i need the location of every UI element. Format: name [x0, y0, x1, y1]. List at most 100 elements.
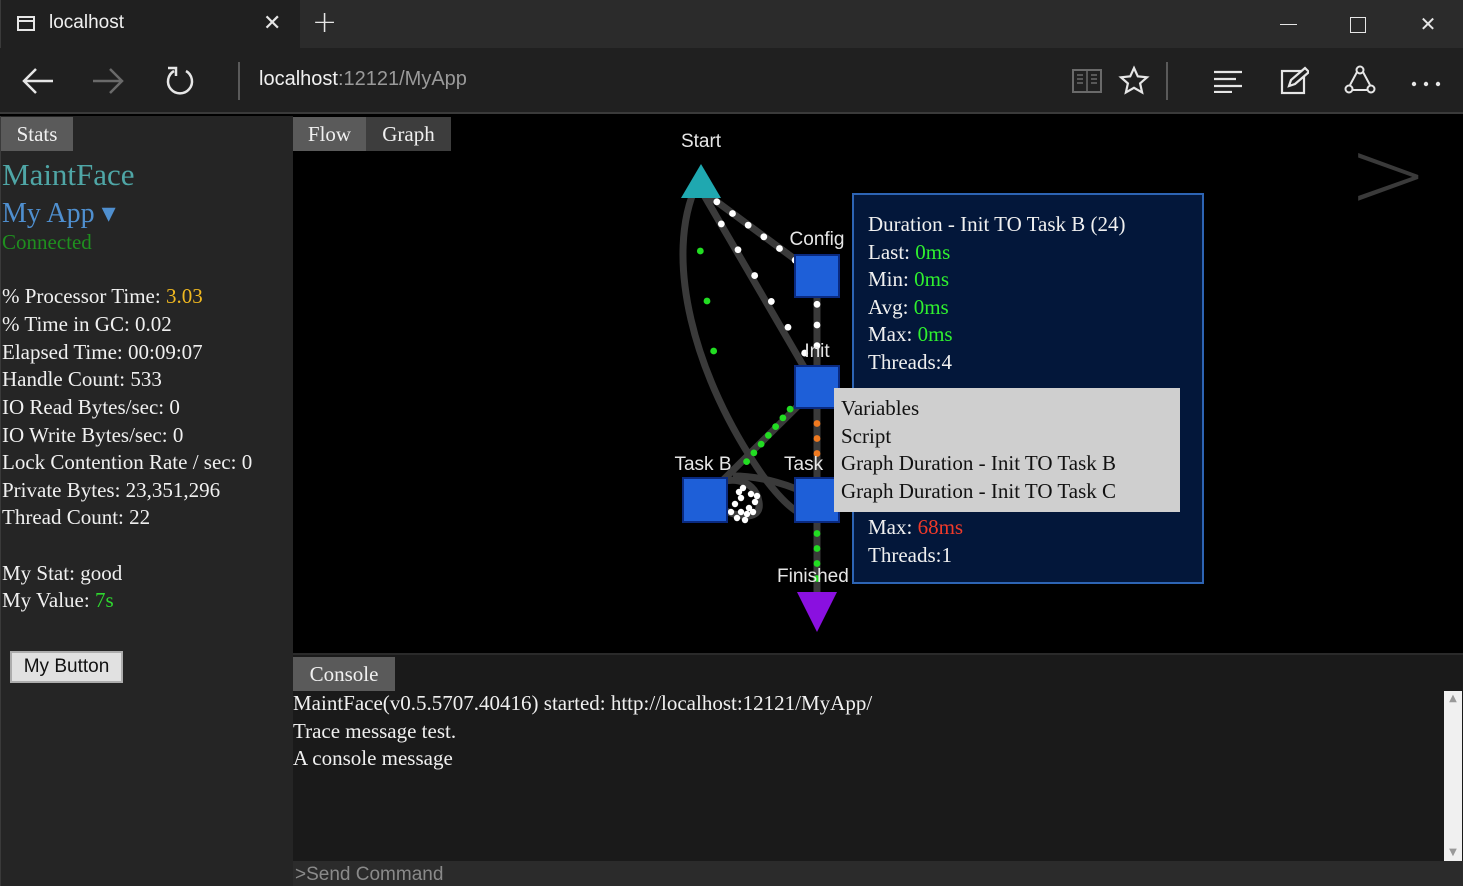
tooltip-title: Duration - Init TO Task B (24)	[868, 212, 1126, 236]
brand-title: MaintFace	[2, 157, 135, 192]
config-node[interactable]	[794, 254, 840, 298]
flow-dot	[760, 233, 768, 241]
next-view-arrow[interactable]: >	[1348, 118, 1428, 230]
flow-dot	[729, 210, 736, 217]
minimize-button[interactable]	[1253, 0, 1323, 48]
flow-dot	[751, 498, 759, 506]
console-line: Trace message test.	[293, 719, 457, 743]
menu-item-variables[interactable]: Variables	[841, 396, 919, 421]
tab-flow[interactable]: Flow	[293, 117, 366, 151]
tooltip-value: 0ms	[917, 322, 953, 346]
more-icon	[1411, 81, 1441, 87]
task-b-node[interactable]	[682, 477, 728, 523]
tab-close-icon[interactable]: ✕	[263, 11, 281, 36]
refresh-button[interactable]	[150, 48, 210, 114]
stat-label: % Time in GC:	[2, 312, 136, 336]
tab-graph[interactable]: Graph	[366, 117, 451, 151]
stat-label: Handle Count:	[2, 367, 131, 391]
flow-dot	[753, 492, 761, 500]
browser-tab[interactable]: localhost ✕	[0, 0, 300, 48]
tooltip-value: 0ms	[915, 240, 951, 264]
stat-label: My Value:	[2, 588, 95, 612]
start-label: Start	[681, 131, 722, 152]
flow-dot	[751, 272, 759, 279]
console-log: MaintFace(v0.5.5707.40416) started: http…	[293, 691, 1443, 861]
init-node[interactable]	[794, 365, 840, 409]
flow-dot	[813, 321, 821, 329]
stat-value: 0.02	[135, 312, 172, 336]
stat-label: IO Write Bytes/sec:	[2, 423, 173, 447]
address-host: localhost	[259, 68, 338, 90]
flow-dot	[733, 514, 741, 522]
back-button[interactable]	[8, 48, 68, 114]
tab-page-icon	[17, 16, 35, 31]
toolbar-divider	[1166, 62, 1168, 100]
stat-label: Elapsed Time:	[2, 340, 129, 364]
tooltip-label: Max:	[868, 515, 918, 539]
tab-console[interactable]: Console	[293, 657, 395, 691]
scroll-up-icon[interactable]: ▲	[1444, 691, 1462, 707]
stat-label: Lock Contention Rate / sec:	[2, 450, 242, 474]
forward-button[interactable]	[78, 48, 138, 114]
refresh-icon	[166, 66, 194, 95]
address-bar[interactable]: localhost:12121/MyApp	[259, 68, 467, 91]
stat-value: 7s	[94, 588, 114, 612]
stat-value: 00:09:07	[128, 340, 203, 364]
flow-dot	[737, 494, 745, 502]
flow-dot	[737, 508, 745, 516]
start-node[interactable]	[681, 164, 721, 198]
stat-value: 0	[169, 395, 180, 419]
favorite-star-icon	[1118, 65, 1150, 95]
menu-item-script[interactable]: Script	[841, 424, 891, 449]
tooltip-min: Min: 0ms	[868, 267, 949, 292]
stat-value: 0	[172, 423, 184, 447]
close-window-button[interactable]: ✕	[1393, 0, 1463, 48]
maximize-button[interactable]	[1323, 0, 1393, 48]
task-c-node[interactable]	[794, 477, 840, 523]
stat-private-bytes: Private Bytes: 23,351,296	[2, 478, 220, 503]
address-path: :12121/MyApp	[337, 68, 467, 90]
stat-value: good	[80, 561, 123, 585]
flow-dot	[767, 298, 775, 305]
flow-dot	[813, 435, 821, 442]
back-arrow-icon	[22, 68, 53, 94]
scroll-down-icon[interactable]: ▼	[1444, 845, 1462, 861]
finished-node[interactable]	[797, 592, 837, 632]
flow-dot	[744, 221, 752, 229]
console-scrollbar[interactable]: ▲ ▼	[1444, 691, 1462, 861]
tooltip-last: Last: 0ms	[868, 240, 950, 265]
flow-dot	[743, 458, 751, 466]
stat-my-value: My Value: 7s	[2, 588, 114, 613]
browser-tab-bar: localhost ✕ + ✕	[0, 0, 1463, 48]
stat-label: My Stat:	[2, 561, 81, 585]
menu-item-graph-task-b[interactable]: Graph Duration - Init TO Task B	[841, 451, 1116, 476]
command-input[interactable]	[293, 861, 1463, 886]
flow-dot	[813, 530, 821, 537]
tooltip-label: Min:	[868, 267, 915, 291]
flow-dot	[750, 449, 758, 457]
flow-dot	[764, 431, 772, 439]
stat-value: 0	[241, 450, 253, 474]
console-line: A console message	[293, 746, 453, 770]
tab-stats[interactable]: Stats	[1, 117, 73, 151]
new-tab-button[interactable]: +	[312, 5, 337, 40]
config-label: Config	[790, 229, 845, 250]
web-note-button[interactable]	[1264, 48, 1324, 114]
share-button[interactable]	[1330, 48, 1390, 114]
stat-lock-contention: Lock Contention Rate / sec: 0	[2, 450, 252, 475]
favorite-button[interactable]	[1104, 48, 1164, 114]
stat-value: 3.03	[165, 284, 203, 308]
app-selector[interactable]: My App ▾	[2, 196, 116, 230]
menu-item-graph-task-c[interactable]: Graph Duration - Init TO Task C	[841, 479, 1116, 504]
stat-my-stat: My Stat: good	[2, 561, 122, 586]
address-divider	[238, 62, 240, 100]
tooltip-label: Max:	[868, 322, 918, 346]
more-button[interactable]	[1396, 48, 1456, 114]
stat-time-in-gc: % Time in GC: 0.02	[2, 312, 172, 337]
my-button[interactable]: My Button	[10, 651, 123, 683]
tooltip-value: 68ms	[917, 515, 964, 539]
hub-button[interactable]	[1198, 48, 1258, 114]
stat-thread-count: Thread Count: 22	[2, 505, 150, 530]
forward-arrow-icon	[93, 68, 124, 94]
tooltip-label: Last:	[868, 240, 916, 264]
